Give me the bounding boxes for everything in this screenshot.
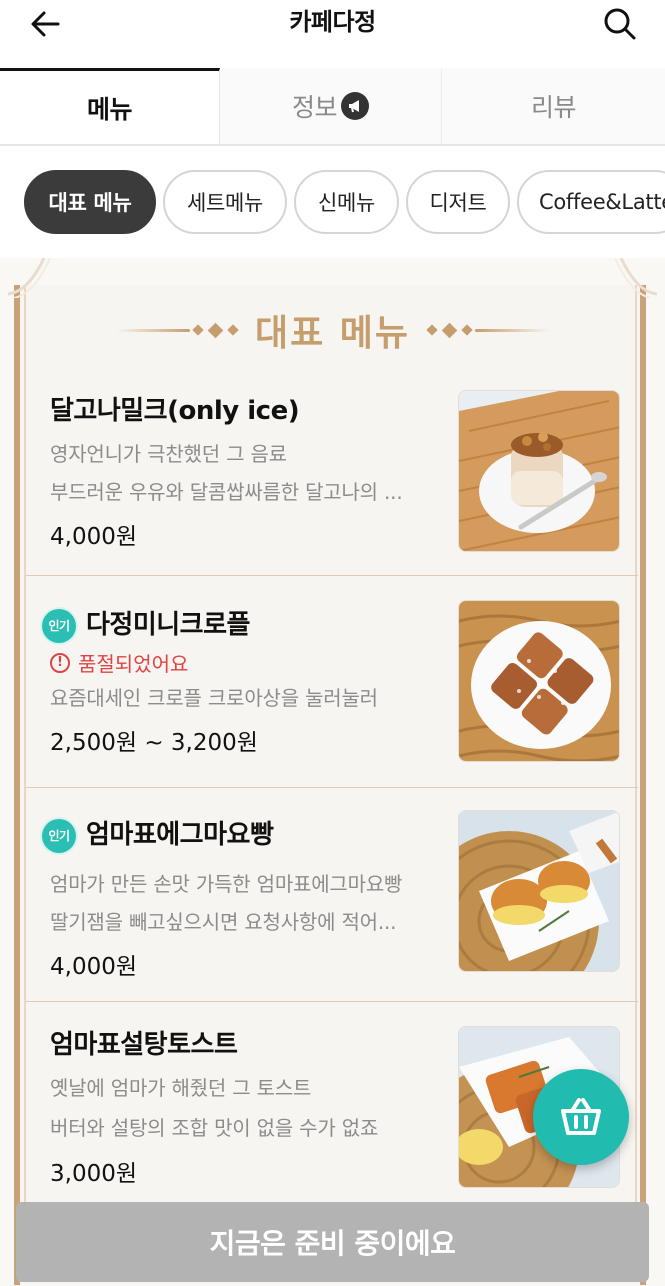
item-description: 버터와 설탕의 조합 맛이 없을 수가 없죠	[50, 1116, 379, 1140]
item-name: 다정미니크로플	[86, 610, 250, 640]
title-ornament-right	[424, 322, 549, 338]
chip-label: 디저트	[429, 191, 487, 215]
tab-review-label: 리뷰	[530, 93, 577, 122]
chip-dessert[interactable]: 디저트	[406, 170, 510, 234]
item-price: 4,000원	[50, 524, 138, 550]
frame-corner-ornament	[614, 258, 657, 298]
popular-badge: 인기	[42, 818, 76, 853]
item-name-row: 인기 다정미니크로플	[42, 604, 250, 643]
search-icon	[604, 8, 636, 40]
category-chips: 대표 메뉴 세트메뉴 신메뉴 디저트 Coffee&Latte	[0, 146, 665, 258]
item-description: 옛날에 엄마가 해줬던 그 토스트	[50, 1076, 312, 1100]
tab-menu[interactable]: 메뉴	[0, 68, 220, 144]
popular-badge: 인기	[42, 608, 76, 643]
chip-coffee-latte[interactable]: Coffee&Latte	[517, 170, 665, 234]
item-price: 4,000원	[50, 954, 138, 980]
item-photo-egg-mayo-bread	[458, 810, 620, 972]
item-description: 영자언니가 극찬했던 그 음료	[50, 442, 287, 466]
cart-button[interactable]	[533, 1069, 629, 1165]
megaphone-icon	[341, 92, 369, 120]
order-status-label: 지금은 준비 중이에요	[209, 1227, 456, 1260]
menu-item-dalgona-milk[interactable]: 달고나밀크(only ice) 영자언니가 극찬했던 그 음료 부드러운 우유와…	[26, 376, 638, 576]
item-name: 엄마표에그마요빵	[86, 820, 274, 850]
item-name-row: 인기 엄마표에그마요빵	[42, 814, 274, 853]
app-header: 카페다정	[0, 0, 665, 68]
chip-label: 대표 메뉴	[48, 191, 132, 215]
section-title: 대표 메뉴	[254, 313, 410, 354]
item-name: 엄마표설탕토스트	[50, 1030, 238, 1060]
chip-label: 신메뉴	[317, 191, 376, 215]
tab-review[interactable]: 리뷰	[442, 68, 665, 144]
tab-bar: 메뉴 정보 리뷰	[0, 68, 665, 146]
order-status-button[interactable]: 지금은 준비 중이에요	[16, 1202, 649, 1282]
chip-label: Coffee&Latte	[539, 190, 665, 214]
item-name: 달고나밀크(only ice)	[50, 396, 300, 426]
chip-set-menu[interactable]: 세트메뉴	[163, 170, 287, 234]
item-description: 딸기잼을 빼고싶으시면 요청사항에 적어...	[50, 910, 397, 934]
chip-new-menu[interactable]: 신메뉴	[294, 170, 399, 234]
menu-item-mini-croffle[interactable]: 인기 다정미니크로플 ! 품절되었어요 요즘대세인 크로플 크로아상을 눌러눌러 …	[26, 576, 638, 788]
item-description: 요즘대세인 크로플 크로아상을 눌러눌러	[50, 686, 378, 710]
item-description: 부드러운 우유와 달콤쌉싸름한 달고나의 ...	[50, 480, 403, 504]
item-photo-dalgona-milk	[458, 390, 620, 552]
tab-info-label: 정보	[291, 93, 338, 122]
section-header: 대표 메뉴	[0, 300, 665, 360]
title-ornament-left	[115, 322, 241, 338]
chip-signature-menu[interactable]: 대표 메뉴	[24, 170, 156, 234]
frame-corner-ornament	[8, 258, 51, 298]
alert-circle-icon: !	[50, 652, 70, 673]
item-description: 엄마가 만든 손맛 가득한 엄마표에그마요빵	[50, 872, 403, 896]
page-title: 카페다정	[289, 8, 376, 36]
item-price: 3,000원	[50, 1161, 138, 1187]
menu-item-egg-mayo-bread[interactable]: 인기 엄마표에그마요빵 엄마가 만든 손맛 가득한 엄마표에그마요빵 딸기잼을 빼…	[26, 788, 638, 1002]
item-price: 2,500원 ~ 3,200원	[50, 730, 258, 756]
item-photo-mini-croffle	[458, 600, 620, 762]
soldout-notice: ! 품절되었어요	[50, 648, 188, 677]
tab-info[interactable]: 정보	[220, 68, 442, 144]
basket-icon	[561, 1098, 601, 1135]
chip-label: 세트메뉴	[186, 191, 264, 215]
tab-menu-label: 메뉴	[86, 94, 133, 124]
search-button[interactable]	[597, 4, 643, 44]
soldout-text: 품절되었어요	[78, 652, 189, 676]
